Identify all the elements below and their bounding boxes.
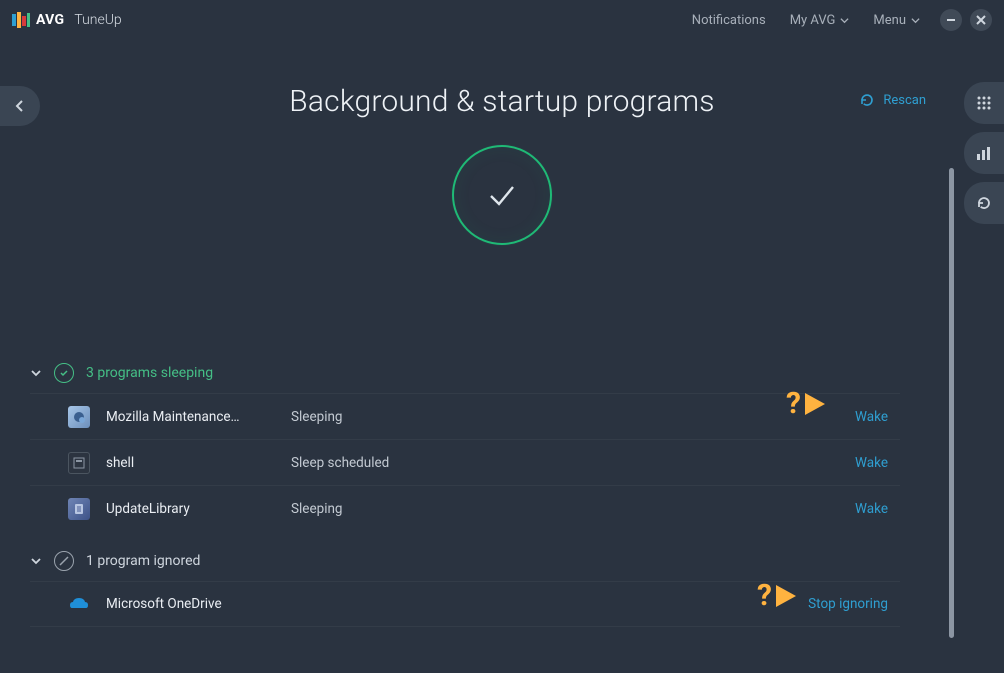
rescan-button[interactable]: Rescan <box>859 92 926 108</box>
notifications-link[interactable]: Notifications <box>680 7 778 34</box>
status-check-ring <box>452 145 552 245</box>
app-logo: AVG TuneUp <box>12 11 122 29</box>
checkmark-icon <box>483 176 521 214</box>
my-avg-label: My AVG <box>790 13 836 28</box>
grid-icon <box>976 95 992 111</box>
brand-text: AVG <box>36 12 64 28</box>
page-title: Background & startup programs <box>0 84 1004 119</box>
program-row[interactable]: UpdateLibrary Sleeping Wake <box>30 485 900 531</box>
chevron-down-icon <box>30 555 42 567</box>
chevron-left-icon <box>14 100 26 112</box>
program-icon <box>68 452 90 474</box>
close-icon <box>976 15 986 25</box>
program-icon <box>68 498 90 520</box>
program-row[interactable]: Mozilla Maintenance… Sleeping Wake <box>30 393 900 439</box>
section-label: 1 program ignored <box>86 553 200 569</box>
program-name: Microsoft OneDrive <box>106 596 291 612</box>
stop-ignoring-button[interactable]: Stop ignoring <box>808 596 900 612</box>
program-status: Sleeping <box>291 501 855 517</box>
main-menu[interactable]: Menu <box>861 7 932 34</box>
chevron-down-icon <box>30 367 42 379</box>
chevron-down-icon <box>840 16 849 25</box>
side-tab-chart[interactable] <box>964 132 1004 174</box>
program-row[interactable]: shell Sleep scheduled Wake <box>30 439 900 485</box>
wake-button[interactable]: Wake <box>855 501 900 517</box>
program-icon <box>68 406 90 428</box>
title-bar: AVG TuneUp Notifications My AVG Menu <box>0 0 1004 40</box>
minimize-button[interactable] <box>940 9 962 31</box>
wake-button[interactable]: Wake <box>855 455 900 471</box>
scrollbar-thumb[interactable] <box>949 168 954 638</box>
product-text: TuneUp <box>74 12 121 28</box>
program-name: shell <box>106 455 291 471</box>
history-icon <box>976 195 992 211</box>
notifications-label: Notifications <box>692 13 766 28</box>
program-name: Mozilla Maintenance… <box>106 409 291 425</box>
minimize-icon <box>946 15 956 25</box>
side-tab-grid[interactable] <box>964 82 1004 124</box>
side-tab-history[interactable] <box>964 182 1004 224</box>
slash-circle-icon <box>54 551 74 571</box>
wake-button[interactable]: Wake <box>855 409 900 425</box>
section-header-sleeping[interactable]: 3 programs sleeping <box>30 357 900 393</box>
program-status: Sleep scheduled <box>291 455 855 471</box>
program-name: UpdateLibrary <box>106 501 291 517</box>
program-icon <box>68 593 90 615</box>
program-row[interactable]: Microsoft OneDrive Stop ignoring <box>30 581 900 627</box>
menu-label: Menu <box>873 13 906 28</box>
avg-logo-icon <box>12 11 30 29</box>
my-avg-menu[interactable]: My AVG <box>778 7 862 34</box>
section-label: 3 programs sleeping <box>86 365 213 381</box>
close-button[interactable] <box>970 9 992 31</box>
back-button[interactable] <box>0 86 40 126</box>
program-list: 3 programs sleeping Mozilla Maintenance…… <box>0 357 930 627</box>
section-header-ignored[interactable]: 1 program ignored <box>30 545 900 581</box>
check-circle-icon <box>54 363 74 383</box>
chevron-down-icon <box>911 16 920 25</box>
rescan-label: Rescan <box>883 93 926 108</box>
program-status: Sleeping <box>291 409 855 425</box>
side-tab-group <box>964 82 1004 224</box>
bar-chart-icon <box>976 145 992 161</box>
refresh-icon <box>859 92 875 108</box>
